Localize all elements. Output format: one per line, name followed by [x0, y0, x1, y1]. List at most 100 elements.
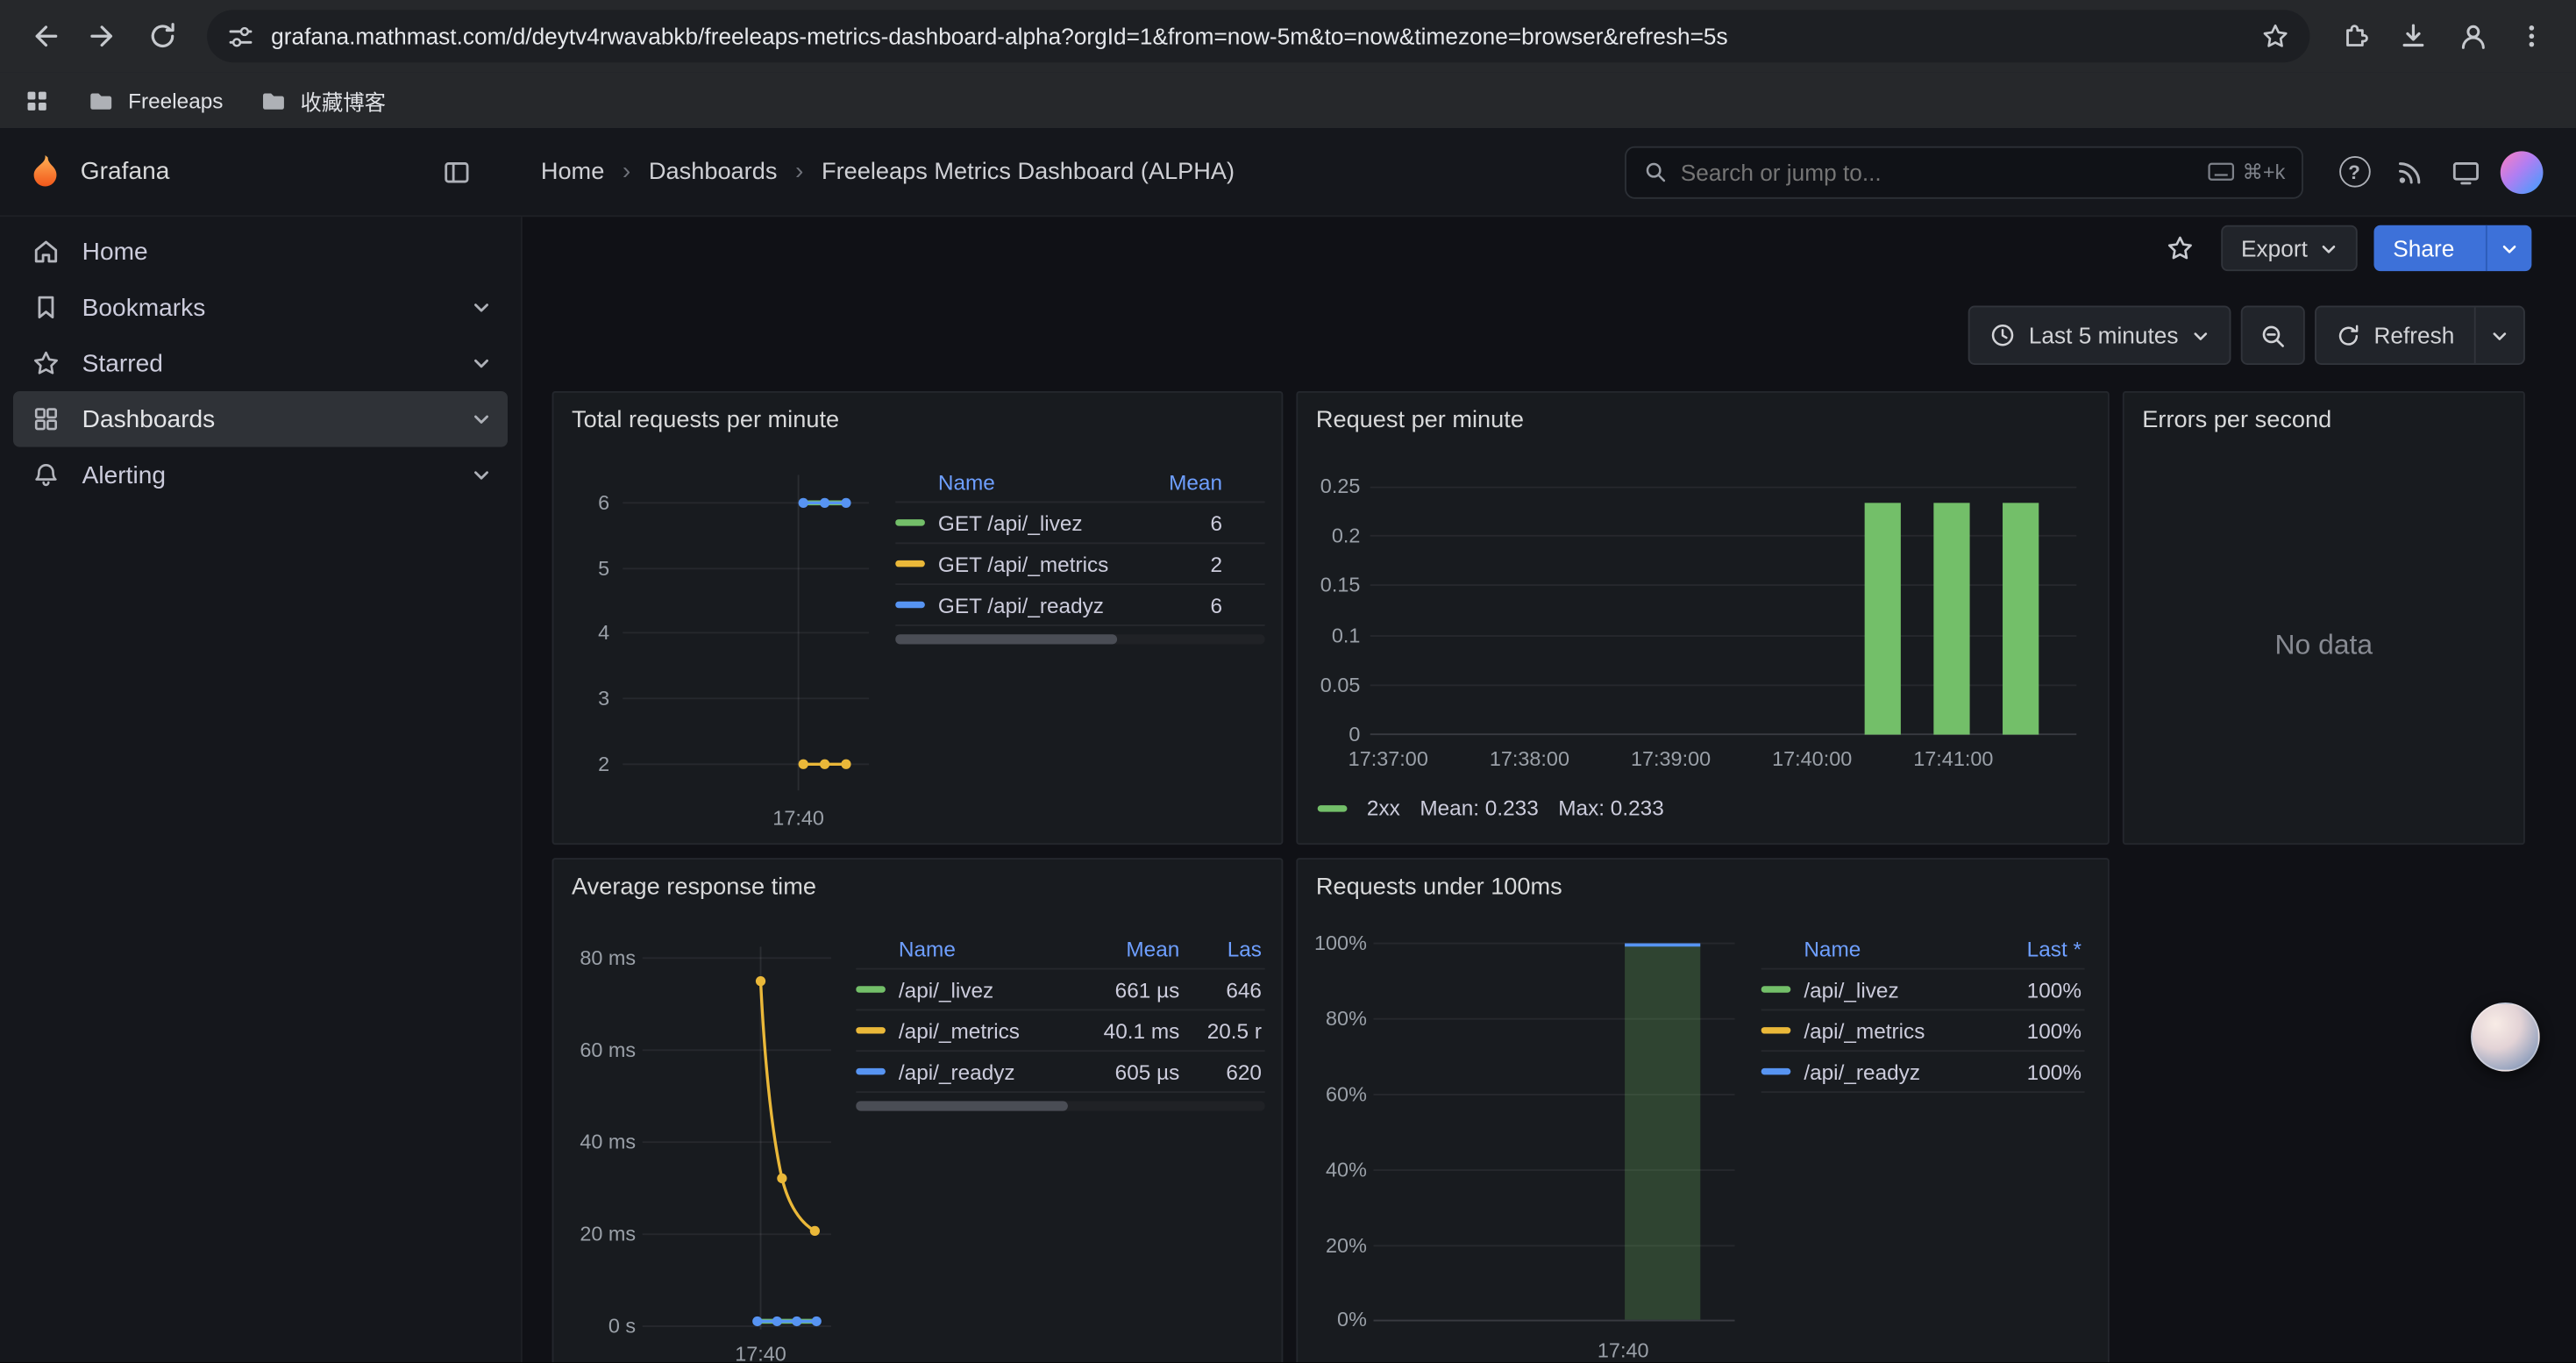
legend-scrollbar[interactable]	[856, 1101, 1265, 1110]
help-button[interactable]: ?	[2326, 146, 2382, 198]
bar-plot	[1373, 942, 1734, 1324]
dashboard-canvas: Total requests per minute 6 5 4 3 2	[523, 391, 2576, 1362]
legend-header-mean[interactable]: Mean	[1078, 936, 1179, 960]
refresh-interval-button[interactable]	[2474, 307, 2523, 363]
scrollbar-thumb[interactable]	[895, 634, 1117, 644]
display-button[interactable]	[2438, 146, 2494, 198]
news-button[interactable]	[2382, 146, 2438, 198]
user-avatar	[2501, 150, 2544, 193]
browser-menu-button[interactable]	[2504, 8, 2560, 64]
downloads-button[interactable]	[2386, 8, 2442, 64]
legend-row[interactable]: /api/_readyz 605 µs 620	[856, 1052, 1265, 1093]
star-icon	[30, 348, 62, 378]
scrollbar-thumb[interactable]	[856, 1101, 1069, 1110]
legend-row[interactable]: /api/_readyz 100%	[1761, 1052, 2085, 1093]
legend-header-mean[interactable]: Mean	[1147, 469, 1222, 494]
legend-row[interactable]: 2xx Mean: 0.233 Max: 0.233	[1318, 796, 1664, 820]
panel-title[interactable]: Average response time	[553, 860, 1281, 916]
chevron-down-icon[interactable]	[472, 410, 491, 429]
bookmark-label: 收藏博客	[301, 84, 386, 116]
reload-button[interactable]	[135, 8, 191, 64]
breadcrumb-home[interactable]: Home	[541, 159, 604, 185]
sidebar-item-starred[interactable]: Starred	[13, 335, 508, 391]
chevron-down-icon[interactable]	[472, 465, 491, 484]
line-plot	[643, 946, 831, 1332]
panel-errors-per-second: Errors per second No data	[2123, 391, 2525, 845]
panel-title[interactable]: Total requests per minute	[553, 393, 1281, 449]
series-swatch-green	[895, 519, 925, 525]
chevron-down-icon[interactable]	[472, 297, 491, 317]
legend-row[interactable]: /api/_livez 661 µs 646	[856, 969, 1265, 1010]
favorite-dashboard-button[interactable]	[2156, 225, 2205, 271]
user-menu-button[interactable]	[2494, 146, 2550, 198]
legend-row[interactable]: /api/_metrics 100%	[1761, 1010, 2085, 1052]
search-box[interactable]: ⌘+k	[1625, 146, 2303, 198]
grafana-logo[interactable]	[26, 153, 64, 190]
bar-plot	[1370, 487, 2077, 737]
panel-total-requests: Total requests per minute 6 5 4 3 2	[552, 391, 1284, 845]
series-swatch-blue	[1761, 1068, 1791, 1074]
requests-under-100ms-chart[interactable]: 100% 80% 60% 40% 20% 0%	[1311, 925, 1741, 1362]
search-input[interactable]	[1681, 159, 2195, 185]
bookmark-star-icon[interactable]	[2260, 21, 2290, 51]
legend-header-name[interactable]: Name	[856, 936, 1064, 960]
panel-title[interactable]: Request per minute	[1298, 393, 2108, 449]
sidebar-item-dashboards[interactable]: Dashboards	[13, 391, 508, 447]
breadcrumb-current: Freeleaps Metrics Dashboard (ALPHA)	[777, 158, 1235, 186]
back-icon	[37, 27, 56, 46]
download-icon	[2399, 21, 2429, 51]
total-requests-chart[interactable]: 6 5 4 3 2	[570, 459, 876, 830]
legend-header-last[interactable]: Last *	[1996, 936, 2081, 960]
keyboard-icon	[2208, 162, 2234, 181]
legend-header-name[interactable]: Name	[895, 469, 1134, 494]
panel-request-per-minute: Request per minute 0.25 0.2 0.15 0.1 0.0…	[1296, 391, 2109, 845]
browser-window: Freeleaps 收藏博客 Grafana Home Dashboards F…	[0, 0, 2576, 1362]
dashboard-main: Export Share Last 5 minutes	[523, 217, 2576, 1362]
back-button[interactable]	[17, 8, 73, 64]
legend-header-last[interactable]: Las	[1192, 936, 1262, 960]
share-button[interactable]: Share	[2373, 225, 2474, 271]
grafana-sidebar: Home Bookmarks Starred Dashboards Alerti…	[0, 217, 523, 1362]
sidebar-item-home[interactable]: Home	[13, 224, 508, 280]
extensions-button[interactable]	[2326, 8, 2382, 64]
legend-header-name[interactable]: Name	[1761, 936, 1983, 960]
zoom-out-button[interactable]	[2241, 306, 2305, 365]
legend-row[interactable]: GET /api/_readyz 6	[895, 585, 1265, 626]
series-swatch-yellow	[895, 560, 925, 567]
site-info-icon[interactable]	[227, 22, 255, 50]
sidebar-item-alerting[interactable]: Alerting	[13, 447, 508, 503]
profile-button[interactable]	[2444, 8, 2501, 64]
address-bar[interactable]	[207, 10, 2309, 62]
legend-row[interactable]: /api/_livez 100%	[1761, 969, 2085, 1010]
series-swatch-blue	[856, 1068, 886, 1074]
bookmark-label: Freeleaps	[128, 88, 223, 112]
forward-icon	[92, 27, 111, 46]
series-swatch-green	[856, 986, 886, 992]
url-input[interactable]	[271, 23, 2244, 49]
apps-grid-icon[interactable]	[23, 86, 51, 114]
refresh-button-group: Refresh	[2315, 306, 2525, 365]
bookmark-folder-freeleaps[interactable]: Freeleaps	[87, 86, 223, 114]
sidebar-item-bookmarks[interactable]: Bookmarks	[13, 280, 508, 336]
request-per-minute-chart[interactable]: 0.25 0.2 0.15 0.1 0.05 0	[1311, 459, 2083, 845]
chevron-down-icon	[2501, 239, 2519, 258]
assistant-avatar-widget[interactable]	[2471, 1003, 2540, 1072]
panel-title[interactable]: Requests under 100ms	[1298, 860, 2108, 916]
legend-row[interactable]: /api/_metrics 40.1 ms 20.5 r	[856, 1010, 1265, 1052]
chevron-down-icon[interactable]	[472, 353, 491, 373]
clock-icon	[1989, 322, 2016, 348]
export-button[interactable]: Export	[2222, 225, 2358, 271]
refresh-icon	[2336, 323, 2360, 347]
legend-scrollbar[interactable]	[895, 634, 1265, 644]
forward-button[interactable]	[75, 8, 132, 64]
legend-row[interactable]: GET /api/_metrics 2	[895, 544, 1265, 585]
bookmark-folder-blogs[interactable]: 收藏博客	[260, 84, 386, 116]
avg-response-chart[interactable]: 80 ms 60 ms 40 ms 20 ms 0 s	[570, 925, 836, 1362]
refresh-button[interactable]: Refresh	[2316, 307, 2474, 363]
sidebar-toggle-button[interactable]	[429, 146, 485, 198]
time-range-picker[interactable]: Last 5 minutes	[1968, 306, 2231, 365]
share-menu-button[interactable]	[2486, 225, 2531, 271]
panel-title[interactable]: Errors per second	[2124, 393, 2523, 449]
breadcrumb-dashboards[interactable]: Dashboards	[604, 158, 777, 186]
legend-row[interactable]: GET /api/_livez 6	[895, 503, 1265, 544]
